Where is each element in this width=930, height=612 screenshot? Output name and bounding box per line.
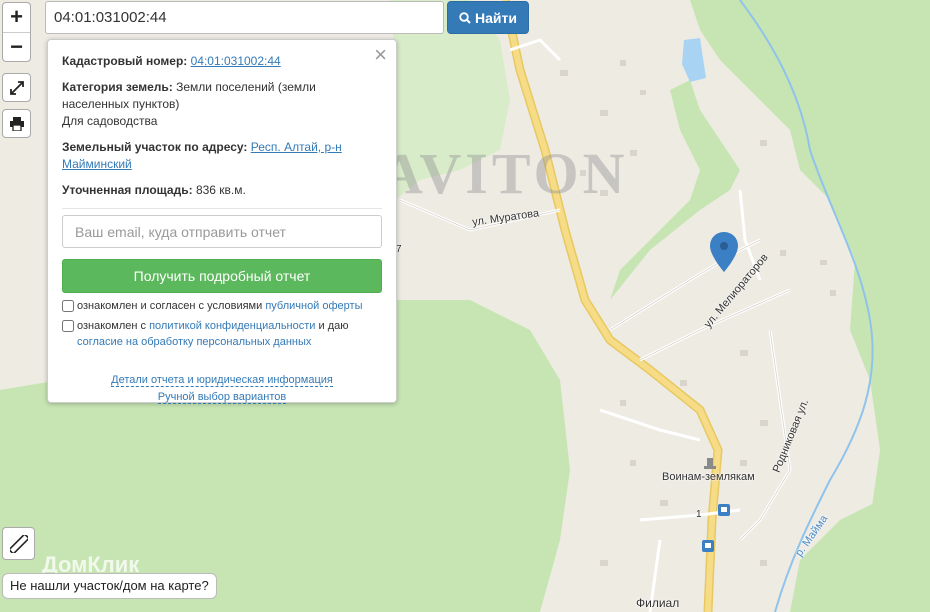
cadastral-row: Кадастровый номер: 04:01:031002:44 <box>62 53 382 70</box>
area-label: Уточненная площадь: <box>62 183 193 197</box>
poi-label-filial: Филиал <box>636 596 680 610</box>
data-processing-link[interactable]: согласие на обработку персональных данны… <box>77 336 311 348</box>
fullscreen-button[interactable] <box>2 73 31 102</box>
house-number-1: 1 <box>696 509 702 520</box>
close-icon[interactable]: × <box>374 44 387 66</box>
divider <box>62 208 382 209</box>
privacy-policy-link[interactable]: политикой конфиденциальности <box>149 320 315 332</box>
poi-label-voinam: Воинам-землякам <box>662 471 755 483</box>
print-icon <box>9 116 24 131</box>
ruler-button[interactable] <box>2 527 35 560</box>
get-report-button[interactable]: Получить подробный отчет <box>62 259 382 293</box>
search-icon <box>459 11 471 24</box>
privacy-consent-checkbox[interactable] <box>62 320 74 332</box>
zoom-control: + − <box>2 2 31 62</box>
report-details-link[interactable]: Детали отчета и юридическая информация <box>111 374 333 387</box>
offer-consent-row: ознакомлен и согласен с условиями публич… <box>62 298 382 314</box>
ruler-icon <box>9 534 28 553</box>
parcel-info-panel: × Кадастровый номер: 04:01:031002:44 Кат… <box>47 39 397 406</box>
privacy-consent-mid: и даю <box>315 320 349 332</box>
panel-links: Детали отчета и юридическая информация Р… <box>62 372 382 406</box>
expand-icon <box>9 80 24 95</box>
category-use: Для садоводства <box>62 114 158 128</box>
search-button[interactable]: Найти <box>447 1 529 34</box>
cadastral-search-input[interactable] <box>45 1 444 34</box>
zoom-out-button[interactable]: − <box>3 32 30 61</box>
zoom-in-button[interactable]: + <box>3 3 30 32</box>
category-row: Категория земель: Земли поселений (земли… <box>62 79 382 130</box>
address-label: Земельный участок по адресу: <box>62 140 248 154</box>
privacy-consent-row: ознакомлен с политикой конфиденциальност… <box>62 318 382 350</box>
public-offer-link[interactable]: публичной оферты <box>265 300 362 312</box>
offer-consent-text: ознакомлен и согласен с условиями <box>77 300 266 312</box>
cadastral-link[interactable]: 04:01:031002:44 <box>191 54 281 68</box>
cadastral-label: Кадастровый номер: <box>62 54 188 68</box>
offer-consent-checkbox[interactable] <box>62 300 74 312</box>
manual-selection-link[interactable]: Ручной выбор вариантов <box>157 391 287 404</box>
email-field[interactable] <box>62 215 382 248</box>
search-button-label: Найти <box>475 9 517 26</box>
bus-stop-icon-2 <box>702 540 714 552</box>
area-value: 836 кв.м. <box>195 183 246 197</box>
bus-stop-icon <box>718 504 730 516</box>
category-label: Категория земель: <box>62 80 173 94</box>
area-row: Уточненная площадь: 836 кв.м. <box>62 182 382 199</box>
print-button[interactable] <box>2 109 31 138</box>
not-found-button[interactable]: Не нашли участок/дом на карте? <box>2 573 217 599</box>
privacy-consent-text: ознакомлен с <box>77 320 150 332</box>
address-row: Земельный участок по адресу: Респ. Алтай… <box>62 139 382 173</box>
